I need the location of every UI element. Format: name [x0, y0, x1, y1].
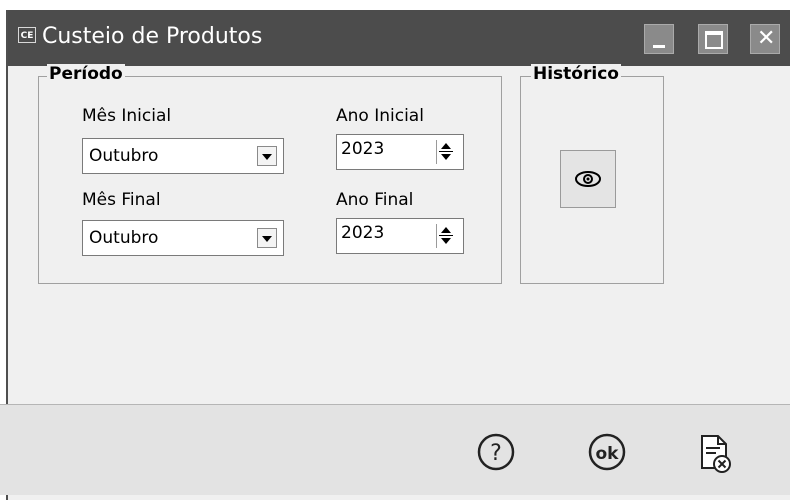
spinner-arrows-icon[interactable] — [436, 224, 455, 248]
mes-final-select[interactable]: Outubro — [82, 220, 284, 256]
footer-bar — [0, 404, 790, 495]
maximize-button[interactable] — [698, 24, 728, 54]
title-bar: CE Custeio de Produtos ✕ — [8, 10, 790, 66]
mes-inicial-select[interactable]: Outubro — [82, 138, 284, 174]
view-history-button[interactable] — [560, 150, 616, 208]
ok-button[interactable]: ok — [586, 432, 626, 472]
ok-label: ok — [596, 444, 620, 464]
chevron-down-icon[interactable] — [257, 228, 277, 248]
ano-final-label: Ano Final — [336, 190, 414, 210]
mes-final-value: Outubro — [89, 228, 159, 248]
window-title: Custeio de Produtos — [42, 24, 263, 49]
close-icon: ✕ — [757, 26, 776, 51]
ano-final-value: 2023 — [341, 223, 385, 243]
svg-text:?: ? — [490, 441, 502, 466]
app-icon: CE — [18, 27, 36, 43]
help-icon: ? — [477, 433, 515, 471]
ok-icon: ok — [588, 433, 626, 471]
mes-inicial-value: Outubro — [89, 146, 159, 166]
historico-title: Histórico — [531, 64, 621, 84]
cancel-button[interactable] — [694, 432, 734, 473]
close-button[interactable]: ✕ — [750, 24, 780, 54]
chevron-down-icon[interactable] — [257, 146, 277, 166]
mes-inicial-label: Mês Inicial — [82, 106, 172, 126]
ano-final-spinner[interactable]: 2023 — [336, 218, 464, 254]
cancel-document-icon — [701, 435, 731, 473]
periodo-title: Período — [47, 64, 125, 84]
ano-inicial-label: Ano Inicial — [336, 106, 424, 126]
eye-icon — [575, 171, 601, 187]
spinner-arrows-icon[interactable] — [436, 140, 455, 164]
minimize-button[interactable] — [644, 24, 674, 54]
ano-inicial-spinner[interactable]: 2023 — [336, 134, 464, 170]
mes-final-label: Mês Final — [82, 190, 161, 210]
ano-inicial-value: 2023 — [341, 139, 385, 159]
help-button[interactable]: ? — [476, 432, 516, 472]
